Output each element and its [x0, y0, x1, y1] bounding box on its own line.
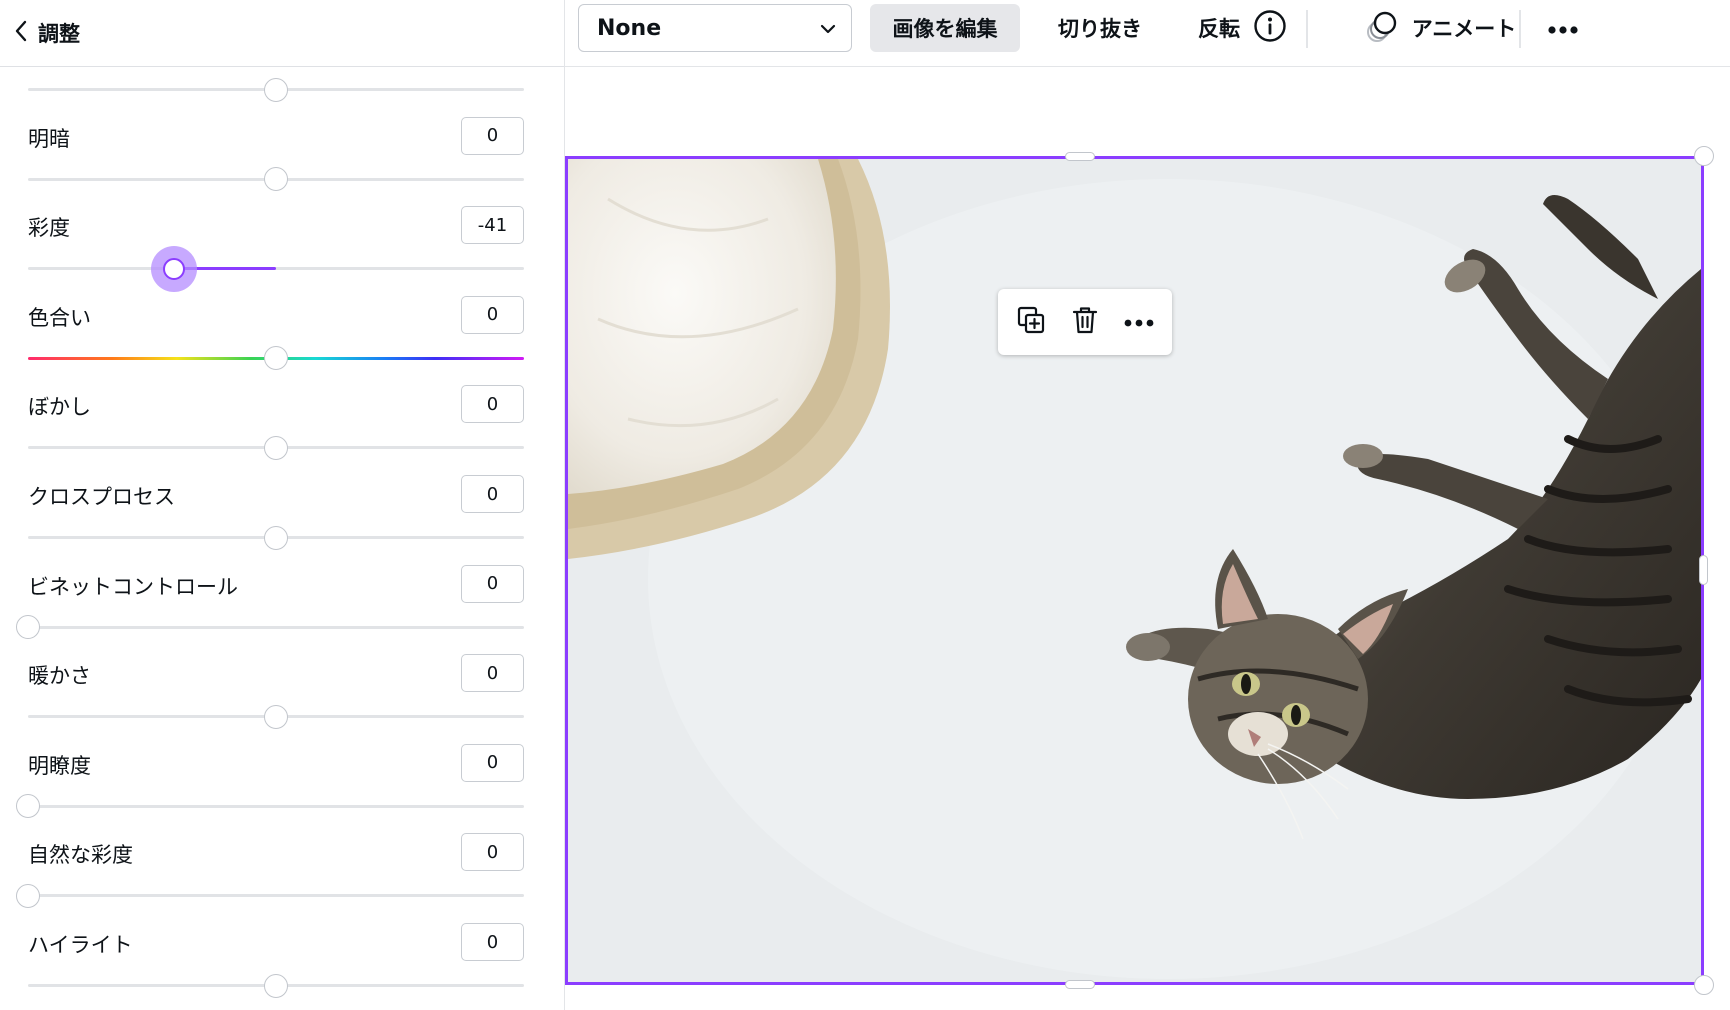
slider-label: 自然な彩度 [28, 843, 133, 868]
slider-value-input[interactable]: 0 [461, 475, 524, 513]
slider-thumb-tint[interactable] [264, 346, 288, 371]
info-icon [1253, 9, 1287, 48]
slider-thumb-top-partial[interactable] [264, 77, 288, 102]
slider-value-input[interactable]: -41 [461, 206, 524, 245]
panel-title: 調整 [38, 22, 80, 46]
slider-label: 明暗 [28, 126, 70, 151]
slider-track-clarity[interactable] [28, 804, 524, 808]
slider-value: 0 [486, 662, 499, 684]
slider-value: 0 [486, 304, 499, 326]
slider-value-input[interactable]: 0 [461, 116, 524, 155]
filter-dropdown[interactable]: None [578, 4, 852, 52]
slider-value: 0 [486, 573, 499, 595]
more-icon [1123, 313, 1155, 332]
edit-image-label: 画像を編集 [892, 17, 998, 41]
resize-handle-top-right[interactable] [1694, 146, 1714, 166]
slider-thumb-highlights[interactable] [264, 973, 288, 998]
editor-toolbar: None 画像を編集 切り抜き 反転 アニメート [565, 0, 1730, 67]
slider-label: ぼかし [28, 395, 91, 420]
slider-value-input[interactable]: 0 [461, 743, 524, 782]
slider-label: 色合い [28, 305, 91, 330]
duplicate-button[interactable] [1009, 300, 1053, 344]
animate-button[interactable]: アニメート [1321, 4, 1561, 52]
slider-thumb-xprocess[interactable] [264, 525, 288, 550]
slider-label: 彩度 [28, 216, 70, 241]
element-context-menu [998, 289, 1172, 355]
slider-value: 0 [486, 841, 499, 863]
slider-thumb-clarity[interactable] [16, 794, 40, 819]
slider-label: クロスプロセス [28, 485, 175, 509]
slider-value-input[interactable]: 0 [461, 833, 524, 872]
slider-value-input[interactable]: 0 [461, 923, 524, 961]
resize-handle-right[interactable] [1699, 555, 1708, 585]
slider-track-saturation[interactable] [28, 267, 524, 271]
more-icon [1547, 16, 1579, 40]
slider-label: 明瞭度 [28, 753, 91, 778]
slider-label: ハイライト [28, 933, 133, 957]
slider-value: 0 [486, 931, 499, 953]
panel-header: 調整 [0, 0, 564, 67]
delete-button[interactable] [1063, 300, 1107, 344]
flip-label: 反転 [1198, 17, 1240, 41]
back-button[interactable]: 調整 [14, 18, 80, 48]
duplicate-icon [1016, 305, 1046, 339]
more-options-button[interactable] [1533, 4, 1593, 52]
resize-handle-bottom-right[interactable] [1694, 975, 1714, 995]
slider-fill [174, 267, 276, 271]
slider-thumb-vibrance[interactable] [16, 883, 40, 908]
context-more-button[interactable] [1117, 300, 1161, 344]
slider-thumb-saturation[interactable] [163, 257, 186, 280]
slider-value-input[interactable]: 0 [461, 385, 524, 424]
slider-thumb-warmth[interactable] [264, 704, 288, 729]
design-canvas [565, 67, 1730, 1010]
toolbar-divider [1306, 10, 1308, 48]
dropdown-value: None [597, 15, 662, 41]
slider-value: 0 [486, 125, 499, 147]
crop-button[interactable]: 切り抜き [1033, 4, 1167, 52]
animate-icon [1366, 9, 1400, 48]
slider-label: 暖かさ [28, 664, 91, 689]
cat-photo [568, 159, 1701, 982]
slider-value: 0 [486, 752, 499, 774]
resize-handle-bottom[interactable] [1065, 980, 1095, 989]
slider-thumb-vignette[interactable] [16, 615, 40, 640]
slider-value: -41 [477, 214, 508, 236]
chevron-left-icon [14, 19, 28, 48]
slider-thumb-brightness[interactable] [264, 167, 288, 192]
trash-icon [1071, 305, 1099, 339]
slider-value: 0 [486, 393, 499, 415]
info-button[interactable] [1245, 4, 1295, 52]
crop-label: 切り抜き [1058, 17, 1142, 41]
resize-handle-top[interactable] [1065, 152, 1095, 161]
animate-label: アニメート [1411, 17, 1517, 41]
slider-track-vibrance[interactable] [28, 894, 524, 898]
adjust-panel: 調整 明暗 0 彩度 -41 色合い 0 ぼかし 0 クロスプロセス 0 ビネットコントロール 0 暖か… [0, 0, 565, 1010]
selected-photo[interactable] [565, 156, 1704, 985]
slider-label: ビネットコントロール [28, 574, 238, 599]
slider-value-input[interactable]: 0 [461, 564, 524, 603]
edit-image-button[interactable]: 画像を編集 [870, 4, 1020, 52]
slider-value: 0 [486, 483, 499, 505]
slider-track-vignette[interactable] [28, 625, 524, 629]
slider-value-input[interactable]: 0 [461, 654, 524, 693]
toolbar-divider [1519, 10, 1521, 48]
slider-thumb-blur[interactable] [264, 435, 288, 460]
slider-value-input[interactable]: 0 [461, 295, 524, 334]
chevron-down-icon [819, 19, 837, 44]
